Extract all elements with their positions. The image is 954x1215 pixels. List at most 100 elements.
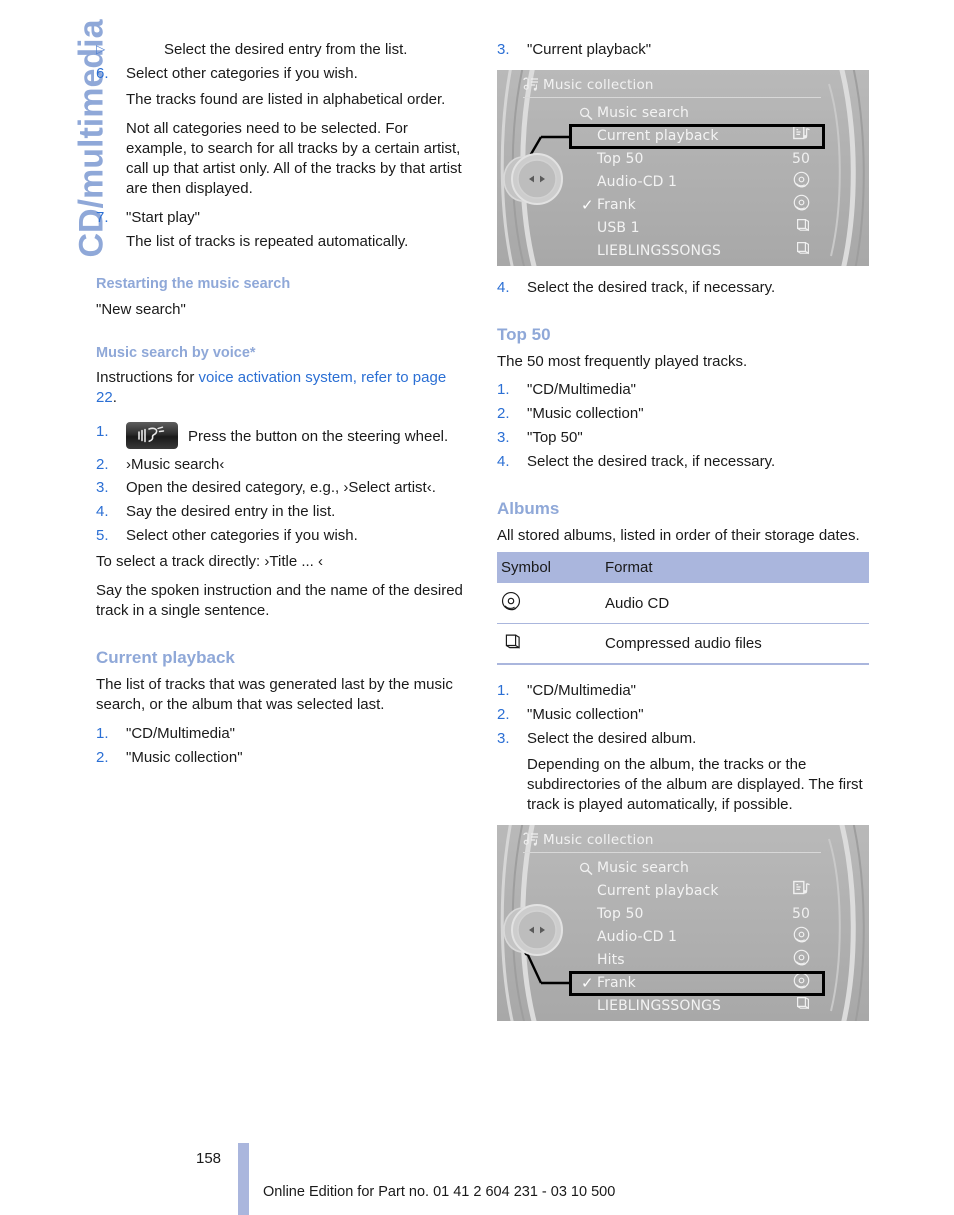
heading-albums: Albums	[497, 498, 560, 518]
heading-music-search-by-voice: Music search by voice*	[96, 344, 256, 361]
list-item-number: 1.	[96, 422, 109, 440]
current-playback-steps: 1. "CD/Multimedia" 2. "Music collection"	[96, 724, 468, 768]
list-item-number: 2.	[497, 705, 510, 723]
list-item: 1. "CD/Multimedia"	[497, 681, 869, 701]
voice-button-icon	[126, 421, 178, 449]
table-row: Compressed audio files	[497, 623, 869, 665]
table-cell-symbol	[497, 583, 601, 624]
list-item: 4. Select the desired track, if necessar…	[497, 278, 869, 298]
list-item-number: 4.	[497, 452, 510, 470]
heading-top-50: Top 50	[497, 324, 551, 344]
list-item: 3. Open the desired category, e.g., ›Sel…	[96, 478, 468, 498]
list-item-text: Select the desired entry from the list.	[164, 41, 408, 58]
list-item: ▷ Select the desired entry from the list…	[96, 40, 468, 60]
audio-cd-icon	[501, 591, 521, 615]
speaking-face-icon	[138, 426, 165, 442]
voice-intro-suffix: .	[112, 388, 117, 406]
list-item-number: 4.	[96, 503, 109, 521]
list-item: 1. "CD/Multimedia"	[497, 380, 869, 400]
list-item-text: "CD/Multimedia"	[527, 682, 637, 699]
albums-steps: 1. "CD/Multimedia" 2. "Music collection"…	[497, 681, 869, 749]
right-column: 3. "Current playback" Music collection M…	[497, 40, 869, 1033]
list-item-text: Select the desired track, if necessary.	[527, 452, 776, 470]
list-item-text: "Start play"	[126, 208, 201, 226]
list-item: 2. ›Music search‹	[96, 455, 468, 475]
table-cell-format: Compressed audio files	[601, 623, 869, 665]
paragraph-spoken-instruction: Say the spoken instruction and the name …	[96, 582, 463, 620]
list-item-text: "CD/Multimedia"	[527, 381, 637, 399]
voice-intro-prefix: Instructions for	[96, 368, 199, 386]
footer-edition-line: Online Edition for Part no. 01 41 2 604 …	[263, 1184, 616, 1200]
list-item-text: Say the desired entry in the list.	[126, 503, 336, 521]
page-footer: 158 Online Edition for Part no. 01 41 2 …	[0, 1125, 954, 1215]
table-cell-symbol	[497, 623, 601, 665]
list-item: 7. "Start play"	[96, 208, 468, 228]
list-item: 3. "Top 50"	[497, 428, 869, 448]
footer-accent-bar	[238, 1143, 249, 1215]
list-item-text: Select other categories if you wish.	[126, 527, 358, 545]
list-item-text: Press the button on the steering wheel.	[126, 421, 468, 449]
list-item-number: 3.	[96, 479, 109, 497]
list-item: 4. Say the desired entry in the list.	[96, 502, 468, 522]
list-item-number: 1.	[96, 725, 109, 743]
list-item: 5. Select other categories if you wish.	[96, 526, 468, 546]
table-row: Audio CD	[497, 583, 869, 624]
list-item-text: "Music collection"	[126, 749, 243, 767]
list-item-number: 3.	[497, 41, 510, 58]
list-item-number: 5.	[96, 527, 109, 545]
idrive-controller-knob[interactable]	[499, 144, 577, 214]
list-item-number: 1.	[497, 682, 510, 699]
list-item: 4. Select the desired track, if necessar…	[497, 452, 869, 472]
page-number: 158	[196, 1150, 222, 1167]
table-cell-format: Audio CD	[601, 583, 869, 624]
left-column: ▷ Select the desired entry from the list…	[96, 40, 468, 774]
list-item: 1. Press the button on the steering whee…	[96, 421, 468, 449]
idrive-screen-bottom: Music collection Music search Current pl…	[497, 824, 869, 1021]
list-item-text: "Top 50"	[527, 428, 583, 446]
list-item-text: "Music collection"	[527, 705, 644, 723]
idrive-controller-knob[interactable]	[499, 895, 577, 965]
list-item-number: 7.	[96, 208, 109, 226]
list-item: 2. "Music collection"	[96, 748, 468, 768]
paragraph-album-note: Depending on the album, the tracks or th…	[527, 755, 863, 813]
paragraph-direct-track: To select a track directly: ›Title ... ‹	[96, 553, 323, 571]
list-item-text: Open the desired category, e.g., ›Select…	[126, 479, 436, 497]
list-item-text: Select other categories if you wish.	[126, 64, 358, 82]
list-item-number: 2.	[497, 405, 510, 422]
list-item: 1. "CD/Multimedia"	[96, 724, 468, 744]
paragraph-current-playback: The list of tracks that was generated la…	[96, 676, 453, 714]
list-item-number: 3.	[497, 729, 510, 747]
list-item-text: ›Music search‹	[126, 455, 225, 473]
folder-icon	[501, 634, 521, 655]
voice-steps-list: 1. Press the button on the steering whee…	[96, 421, 468, 547]
list-item-number: 6.	[96, 64, 109, 82]
list-item-text: "CD/Multimedia"	[126, 725, 236, 743]
paragraph-top-50: The 50 most frequently played tracks.	[497, 353, 748, 371]
list-item-text: Select the desired album.	[527, 729, 697, 747]
format-symbol-table: Symbol Format Audio CD Compressed audio …	[497, 552, 869, 665]
list-item: 6. Select other categories if you wish.	[96, 64, 468, 84]
list-item: 2. "Music collection"	[497, 705, 869, 725]
paragraph-albums: All stored albums, listed in order of th…	[497, 527, 860, 545]
list-item-number: 2.	[96, 455, 109, 473]
list-item-number: 1.	[497, 381, 510, 399]
bullet-list-top: ▷ Select the desired entry from the list…	[96, 40, 468, 84]
chapter-tab: CD/multimedia	[0, 0, 111, 330]
list-item-number: 2.	[96, 749, 109, 767]
heading-restarting-music-search: Restarting the music search	[96, 276, 291, 293]
list-item-text: "Music collection"	[527, 405, 644, 422]
triangle-bullet-icon: ▷	[96, 42, 106, 56]
idrive-screen-top: Music collection Music search Current pl…	[497, 69, 869, 266]
paragraph-not-all-categories: Not all categories need to be selected. …	[126, 119, 462, 197]
heading-current-playback: Current playback	[96, 648, 235, 668]
list-item: 2. "Music collection"	[497, 404, 869, 424]
table-header-row: Symbol Format	[497, 552, 869, 583]
list-item: 3. "Current playback"	[497, 40, 869, 60]
voice-step-1-text: Press the button on the steering wheel.	[188, 427, 449, 445]
table-header-format: Format	[601, 552, 869, 583]
paragraph-new-search: "New search"	[96, 300, 186, 318]
table-header-symbol: Symbol	[497, 552, 601, 583]
paragraph-alphabetical: The tracks found are listed in alphabeti…	[126, 90, 446, 108]
list-item-text: Select the desired track, if necessary.	[527, 278, 776, 296]
top-50-steps: 1. "CD/Multimedia" 2. "Music collection"…	[497, 380, 869, 472]
